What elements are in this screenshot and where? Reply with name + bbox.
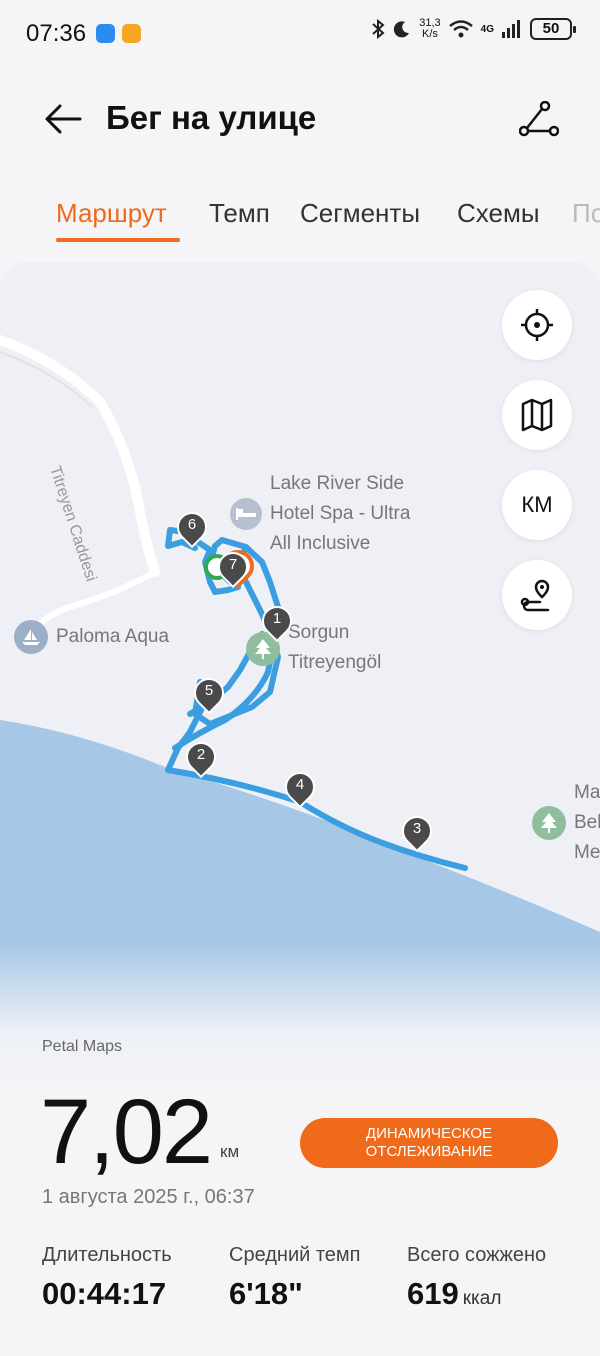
park-label: Sorgun Titreyengöl — [288, 622, 382, 673]
km-marker-label: 6 — [187, 516, 197, 533]
km-marker-label: 5 — [204, 682, 214, 699]
app-header: Бег на улице — [0, 80, 600, 160]
route-replay-button[interactable] — [502, 560, 572, 630]
duration-value: 00:44:17 — [42, 1276, 167, 1311]
tab-charts[interactable]: Схемы — [457, 198, 540, 229]
tab-segments[interactable]: Сегменты — [300, 198, 420, 229]
share-route-button[interactable] — [514, 94, 564, 144]
arrow-left-icon — [45, 104, 82, 134]
notes-app-icon — [122, 24, 141, 43]
wifi-icon — [448, 20, 473, 38]
hotel-icon — [230, 498, 262, 530]
back-button[interactable] — [38, 94, 88, 144]
status-indicators: 31,3 K/s 4G 50 — [371, 17, 576, 40]
bluetooth-icon — [372, 19, 385, 39]
distance-value: 7,02 — [40, 1081, 213, 1183]
route-map[interactable]: Titreyen Caddesi Lake River Side Hotel S… — [0, 262, 600, 1356]
map-style-button[interactable] — [502, 380, 572, 450]
locate-button[interactable] — [502, 290, 572, 360]
hotel-label: Lake River Side Hotel Spa - Ultra All In… — [270, 473, 411, 554]
route-pin-icon — [520, 579, 550, 612]
km-marker-label: 7 — [228, 556, 238, 573]
km-toggle-button[interactable]: КМ — [502, 470, 572, 540]
moon-icon — [394, 21, 410, 38]
tab-pace[interactable]: Темп — [209, 198, 270, 229]
signal-icon — [502, 20, 520, 38]
avg-pace-label: Средний темп — [229, 1244, 361, 1266]
map-provider-label: Petal Maps — [42, 1038, 123, 1055]
avg-pace-value: 6'18" — [229, 1276, 303, 1311]
active-tab-indicator — [56, 238, 180, 242]
workout-date: 1 августа 2025 г., 06:37 — [42, 1186, 255, 1208]
cloud-app-icon — [96, 24, 115, 43]
tab-route[interactable]: Маршрут — [56, 198, 167, 229]
map-icon — [521, 398, 553, 432]
page-title: Бег на улице — [106, 99, 317, 136]
route-icon — [519, 101, 559, 137]
tab-more[interactable]: По — [572, 198, 600, 229]
live-tracking-label: ДИНАМИЧЕСКОЕ ОТСЛЕЖИВАНИЕ — [365, 1125, 493, 1160]
crosshair-icon — [521, 309, 553, 341]
aqua-label: Paloma Aqua — [56, 626, 170, 647]
battery-indicator: 50 — [530, 18, 576, 40]
km-marker-label: 4 — [295, 776, 305, 793]
calories-label: Всего сожжено — [407, 1244, 547, 1266]
calories-unit: ккал — [462, 1288, 502, 1309]
km-marker-label: 2 — [196, 746, 206, 763]
km-marker-label: 3 — [412, 820, 422, 837]
edge-park-label: Ma Bel Me — [574, 782, 600, 863]
calories-value: 619 ккал — [407, 1276, 502, 1311]
park-icon-edge — [532, 806, 566, 840]
network-type: 4G — [480, 23, 494, 35]
distance-unit: км — [220, 1142, 240, 1161]
duration-label: Длительность — [42, 1244, 172, 1266]
live-tracking-button[interactable]: ДИНАМИЧЕСКОЕ ОТСЛЕЖИВАНИЕ — [300, 1118, 558, 1168]
status-bar: 07:36 31,3 K/s 4G 50 — [0, 0, 600, 70]
tab-bar: Маршрут Темп Сегменты Схемы По — [0, 190, 600, 250]
sailboat-icon — [14, 620, 48, 654]
network-speed: 31,3 K/s — [419, 17, 441, 40]
status-time: 07:36 — [26, 20, 87, 47]
km-marker-label: 1 — [272, 610, 282, 627]
